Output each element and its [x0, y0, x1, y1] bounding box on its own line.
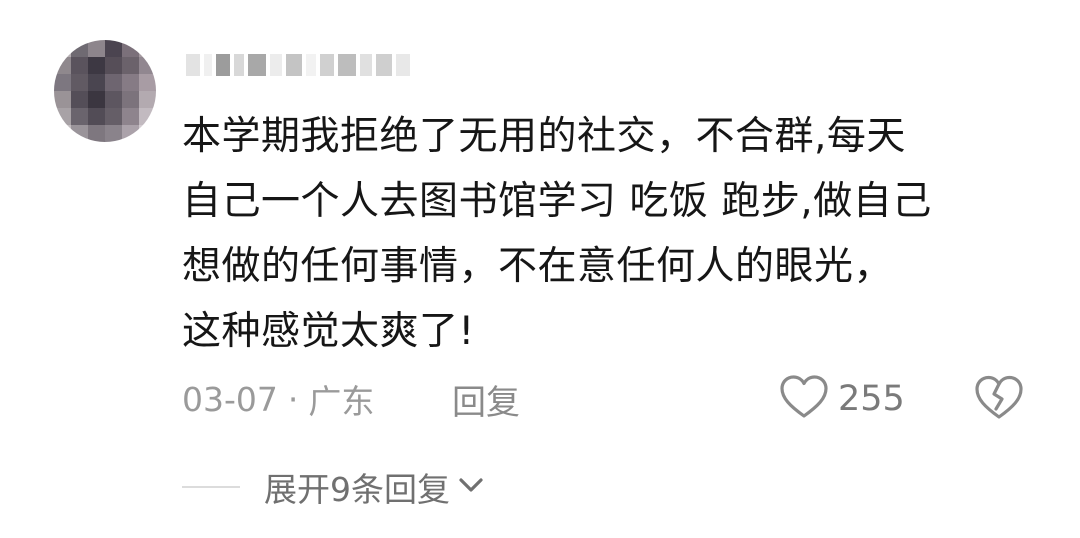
meta-separator: ·: [287, 379, 299, 419]
comment-line: 本学期我拒绝了无用的社交，不合群,每天: [182, 114, 906, 159]
avatar[interactable]: [54, 40, 156, 142]
comment-date: 03-07: [182, 379, 278, 419]
expand-replies-label: 展开9条回复: [264, 470, 450, 509]
like-count: 255: [838, 379, 905, 419]
divider-line: [182, 486, 240, 488]
like-button[interactable]: 255: [780, 372, 905, 426]
chevron-down-icon[interactable]: [458, 476, 484, 498]
reply-button[interactable]: 回复: [452, 372, 520, 426]
comment-location: 广东: [308, 382, 375, 421]
comment-line: 自己一个人去图书馆学习 吃饭 跑步,做自己: [182, 179, 932, 224]
username-blurred[interactable]: [186, 52, 410, 78]
comment-line: 这种感觉太爽了!: [182, 309, 475, 354]
comment-text: 本学期我拒绝了无用的社交，不合群,每天 自己一个人去图书馆学习 吃饭 跑步,做自…: [182, 104, 1042, 364]
expand-replies-button[interactable]: 展开9条回复: [182, 462, 484, 512]
comment-line: 想做的任何事情，不在意任何人的眼光，: [182, 244, 894, 289]
dislike-button[interactable]: [974, 374, 1024, 424]
comment-meta: 03-07 · 广东: [182, 372, 374, 426]
heart-icon[interactable]: [780, 375, 828, 423]
broken-heart-icon[interactable]: [974, 375, 1024, 424]
